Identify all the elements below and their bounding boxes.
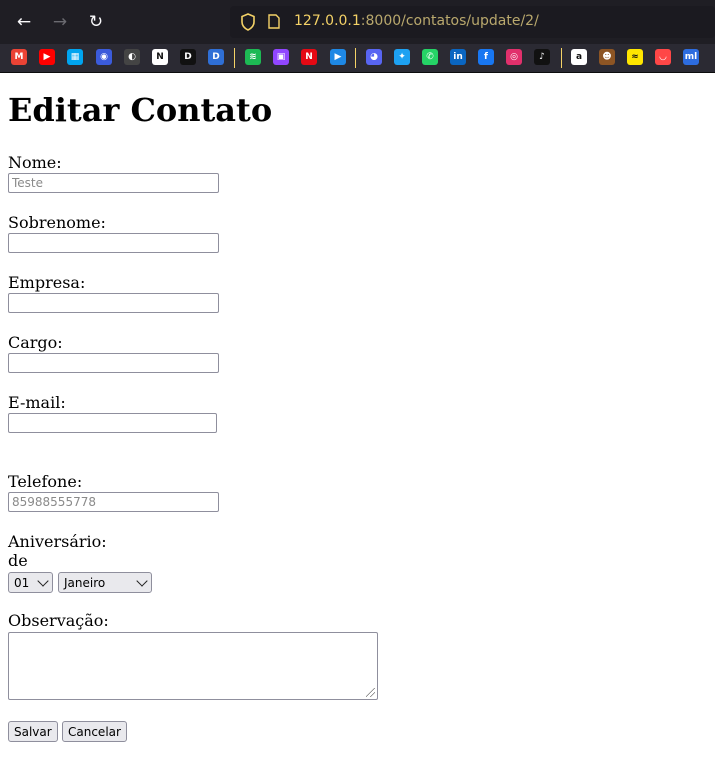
url-text[interactable]: 127.0.0.1:8000/contatos/update/2/ <box>294 13 539 29</box>
notion-icon[interactable]: N <box>152 49 168 65</box>
amazon-icon[interactable]: a <box>571 49 587 65</box>
url-host: 127.0.0.1 <box>294 13 361 29</box>
observacao-label: Observação: <box>8 611 109 630</box>
reload-icon[interactable]: ↻ <box>84 10 108 34</box>
discord-icon[interactable]: ◕ <box>366 49 382 65</box>
whatsapp-icon[interactable]: ✆ <box>422 49 438 65</box>
netflix-icon[interactable]: N <box>301 49 317 65</box>
resize-grip-icon[interactable] <box>366 688 375 697</box>
email-input[interactable] <box>8 413 217 433</box>
url-path: :8000/contatos/update/2/ <box>360 13 539 29</box>
monkey-icon[interactable]: ☻ <box>599 49 615 65</box>
telefone-input[interactable] <box>8 492 219 512</box>
email-label: E-mail: <box>8 393 66 412</box>
mercado-livre-icon[interactable]: ≈ <box>627 49 643 65</box>
telefone-label: Telefone: <box>8 472 83 491</box>
forward-arrow-icon[interactable]: → <box>48 10 72 34</box>
sobrenome-input[interactable] <box>8 233 219 253</box>
save-button[interactable]: Salvar <box>8 721 58 742</box>
microsoft-icon[interactable]: ▦ <box>67 49 83 65</box>
d-icon[interactable]: D <box>180 49 196 65</box>
address-bar[interactable]: 127.0.0.1:8000/contatos/update/2/ <box>230 6 715 38</box>
nome-input[interactable] <box>8 173 219 193</box>
sobrenome-label: Sobrenome: <box>8 213 106 232</box>
bookmark-separator <box>355 48 356 68</box>
ml-icon[interactable]: ml <box>683 49 699 65</box>
twitter-icon[interactable]: ✦ <box>394 49 410 65</box>
play-icon[interactable]: ▶ <box>330 49 346 65</box>
chevron-down-icon <box>136 574 148 587</box>
instagram-icon[interactable]: ◎ <box>506 49 522 65</box>
observacao-textarea[interactable] <box>8 632 378 700</box>
github-icon[interactable]: ◐ <box>124 49 140 65</box>
nome-label: Nome: <box>8 153 62 172</box>
browser-toolbar: ← → ↻ 127.0.0.1:8000/contatos/update/2/ <box>0 0 715 44</box>
empresa-label: Empresa: <box>8 273 86 292</box>
tiktok-icon[interactable]: ♪ <box>534 49 550 65</box>
bookmark-separator <box>234 48 235 68</box>
bookmarks-toolbar: M ▶ ▦ ◉ ◐ N D D ≋ ▣ N ▶ ◕ ✦ ✆ in f ◎ ♪ a ☻ ≈ ◡ ml <box>0 44 715 73</box>
month-select[interactable]: Janeiro <box>58 572 152 593</box>
chevron-down-icon <box>37 574 49 587</box>
month-select-value: Janeiro <box>64 575 106 590</box>
aliexpress-icon[interactable]: ◡ <box>655 49 671 65</box>
cargo-label: Cargo: <box>8 333 63 352</box>
gmail-icon[interactable]: M <box>11 49 27 65</box>
d-blue-icon[interactable]: D <box>208 49 224 65</box>
aniversario-label: Aniversário: <box>8 532 107 551</box>
twitch-icon[interactable]: ▣ <box>273 49 289 65</box>
cargo-input[interactable] <box>8 353 219 373</box>
back-arrow-icon[interactable]: ← <box>12 10 36 34</box>
day-select-value: 01 <box>14 575 30 590</box>
empresa-input[interactable] <box>8 293 219 313</box>
bookmark-separator <box>561 48 562 68</box>
day-select[interactable]: 01 <box>8 572 53 593</box>
linkedin-icon[interactable]: in <box>450 49 466 65</box>
shield-icon[interactable] <box>240 13 256 31</box>
spotify-icon[interactable]: ≋ <box>245 49 261 65</box>
mask-icon[interactable]: ◉ <box>96 49 112 65</box>
page-icon[interactable] <box>268 14 280 29</box>
page-title: Editar Contato <box>8 91 273 129</box>
youtube-icon[interactable]: ▶ <box>39 49 55 65</box>
facebook-icon[interactable]: f <box>478 49 494 65</box>
cancel-button[interactable]: Cancelar <box>62 721 127 742</box>
aniversario-connector: de <box>8 551 28 570</box>
